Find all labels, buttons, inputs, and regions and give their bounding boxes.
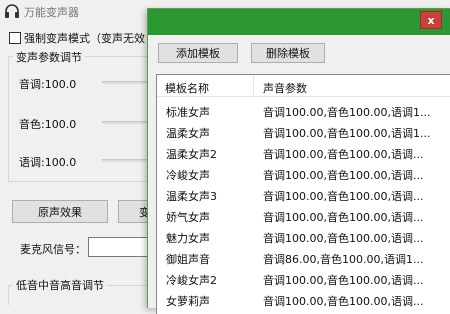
template-params: 音调100.00,音色100.00,语调1... <box>263 127 431 140</box>
intonation-label: 语调:100.0 <box>19 156 77 169</box>
headphones-icon <box>5 4 19 18</box>
column-header-params[interactable]: 声音参数 <box>263 80 307 96</box>
template-params: 音调100.00,音色100.00,语调... <box>263 295 424 308</box>
close-icon[interactable]: x <box>420 11 442 29</box>
timbre-slider[interactable] <box>102 121 148 124</box>
template-row[interactable]: 娇气女声 音调100.00,音色100.00,语调... <box>157 206 450 227</box>
template-row[interactable]: 冷峻女声2 音调100.00,音色100.00,语调... <box>157 269 450 290</box>
intonation-slider[interactable] <box>102 159 148 162</box>
template-row[interactable]: 魅力女声 音调100.00,音色100.00,语调... <box>157 227 450 248</box>
template-row[interactable]: 温柔女声 音调100.00,音色100.00,语调1... <box>157 122 450 143</box>
template-name: 温柔女声 <box>166 127 210 140</box>
pitch-slider[interactable] <box>102 81 148 84</box>
timbre-label: 音色:100.0 <box>19 118 77 131</box>
template-params: 音调100.00,音色100.00,语调... <box>263 190 424 203</box>
template-params: 音调100.00,音色100.00,语调... <box>263 148 424 161</box>
template-dialog: x 添加模板 删除模板 模板名称 声音参数 标准女声 音调100.00,音色10… <box>147 8 450 314</box>
app-title: 万能变声器 <box>24 6 79 19</box>
template-row[interactable]: 温柔女声2 音调100.00,音色100.00,语调... <box>157 143 450 164</box>
mic-signal-label: 麦克风信号： <box>20 243 86 256</box>
template-params: 音调100.00,音色100.00,语调1... <box>263 106 431 119</box>
template-name: 冷峻女声2 <box>166 274 217 287</box>
template-params: 音调100.00,音色100.00,语调... <box>263 232 424 245</box>
force-mode-checkbox[interactable] <box>9 32 21 44</box>
template-list[interactable]: 模板名称 声音参数 标准女声 音调100.00,音色100.00,语调1... … <box>156 74 450 314</box>
template-row[interactable]: 标准女声 音调100.00,音色100.00,语调1... <box>157 101 450 122</box>
template-name: 标准女声 <box>166 106 210 119</box>
delete-template-button[interactable]: 删除模板 <box>251 43 325 63</box>
pitch-label: 音调:100.0 <box>19 78 77 91</box>
column-header-name[interactable]: 模板名称 <box>165 80 209 96</box>
template-row[interactable]: 冷峻女声 音调100.00,音色100.00,语调... <box>157 164 450 185</box>
template-params: 音调100.00,音色100.00,语调... <box>263 274 424 287</box>
list-header: 模板名称 声音参数 <box>157 75 450 97</box>
force-mode-checkbox-row[interactable]: 强制变声模式（变声无效 <box>9 30 145 46</box>
eq-group-title: 低音中音高音调节 <box>13 277 107 293</box>
template-name: 御姐声音 <box>166 253 210 266</box>
template-params: 音调100.00,音色100.00,语调... <box>263 211 424 224</box>
template-row[interactable]: 女萝莉声 音调100.00,音色100.00,语调... <box>157 290 450 311</box>
add-template-button[interactable]: 添加模板 <box>158 43 238 63</box>
template-name: 娇气女声 <box>166 211 210 224</box>
template-row[interactable]: 温柔女声3 音调100.00,音色100.00,语调... <box>157 185 450 206</box>
dialog-title-bar[interactable]: x <box>148 9 450 35</box>
template-name: 温柔女声3 <box>166 190 217 203</box>
template-name: 魅力女声 <box>166 232 210 245</box>
column-separator[interactable] <box>253 75 254 97</box>
original-voice-button[interactable]: 原声效果 <box>12 200 108 223</box>
template-name: 温柔女声2 <box>166 148 217 161</box>
params-group-title: 变声参数调节 <box>13 49 85 65</box>
template-name: 女萝莉声 <box>166 295 210 308</box>
template-params: 音调100.00,音色100.00,语调... <box>263 169 424 182</box>
template-name: 冷峻女声 <box>166 169 210 182</box>
force-mode-label: 强制变声模式（变声无效 <box>24 32 145 45</box>
template-row[interactable]: 御姐声音 音调86.00,音色100.00,语调1... <box>157 248 450 269</box>
template-params: 音调86.00,音色100.00,语调1... <box>263 253 424 266</box>
